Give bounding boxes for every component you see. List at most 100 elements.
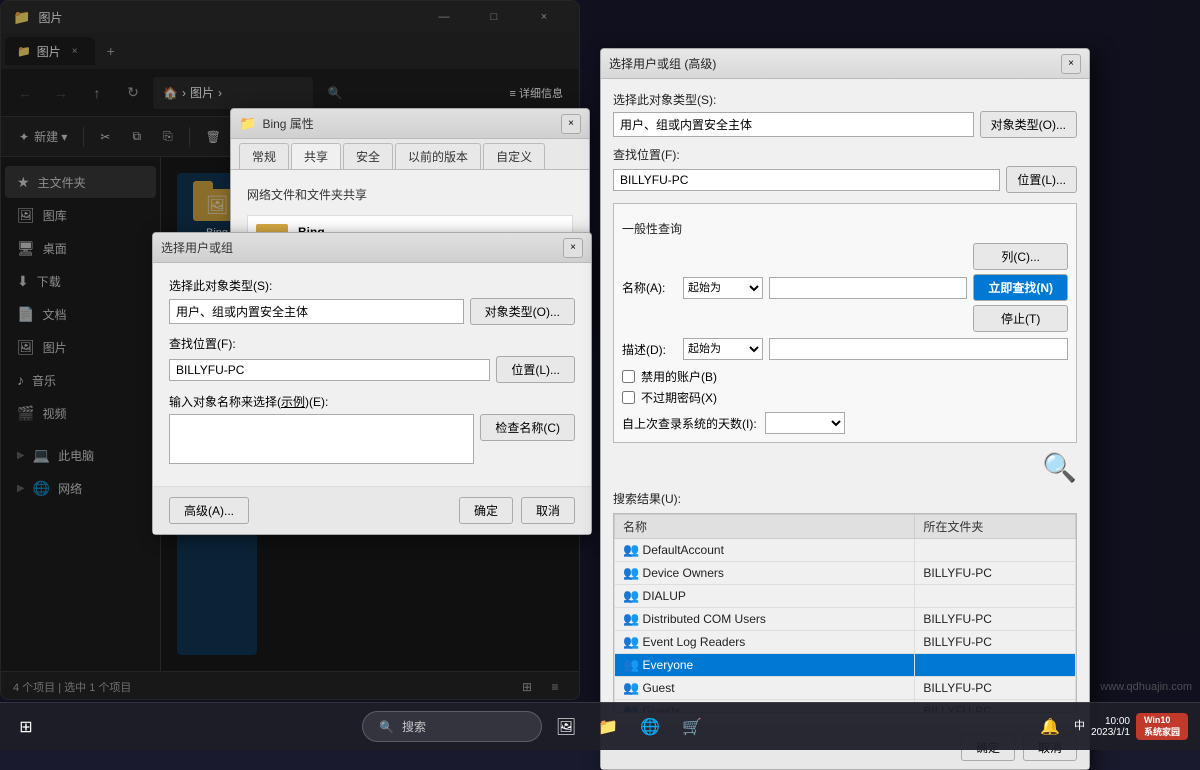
- adv-location-value: BILLYFU-PC: [613, 169, 1000, 191]
- find-now-btn[interactable]: 立即查找(N): [973, 274, 1068, 301]
- result-user-icon: 👥: [623, 542, 639, 558]
- adv-location-row: BILLYFU-PC 位置(L)...: [613, 166, 1077, 193]
- tab-general[interactable]: 常规: [239, 143, 289, 169]
- adv-title-text: 选择用户或组 (高级): [609, 55, 716, 72]
- bing-dialog-title-text: Bing 属性: [262, 115, 313, 132]
- simple-ok-btn[interactable]: 确定: [459, 497, 513, 524]
- search-results-area[interactable]: 名称 所在文件夹 👥 DefaultAccount 👥 Device Owner…: [613, 513, 1077, 713]
- tab-custom[interactable]: 自定义: [483, 143, 545, 169]
- result-user-icon: 👥: [623, 680, 639, 696]
- noexpire-checkbox[interactable]: [622, 391, 635, 404]
- search-results-table: 名称 所在文件夹 👥 DefaultAccount 👥 Device Owner…: [614, 514, 1076, 713]
- badge-text: Win10系统家园: [1144, 715, 1180, 738]
- noexpire-label: 不过期密码(X): [641, 389, 717, 406]
- result-user-icon: 👥: [623, 634, 639, 650]
- search-icon: 🔍: [379, 720, 394, 734]
- disabled-label: 禁用的账户(B): [641, 368, 717, 385]
- type-value: 用户、组或内置安全主体: [169, 299, 464, 324]
- taskbar-explorer-icon[interactable]: 📁: [590, 709, 626, 745]
- general-query-section: 一般性查询 名称(A): 起始为 列(C)... 立即查找(N) 停止(T) 描…: [613, 203, 1077, 443]
- days-label: 自上次查录系统的天数(I):: [622, 415, 757, 432]
- tab-share[interactable]: 共享: [291, 143, 341, 169]
- table-row[interactable]: 👥 DIALUP: [615, 585, 1076, 608]
- adv-type-label: 选择此对象类型(S):: [613, 91, 1077, 108]
- name-label: 名称(A):: [622, 279, 677, 296]
- clock: 10:00 2023/1/1: [1091, 716, 1130, 738]
- table-row[interactable]: 👥 Guest BILLYFU-PC: [615, 677, 1076, 700]
- type-label: 选择此对象类型(S):: [169, 277, 575, 294]
- date: 2023/1/1: [1091, 727, 1130, 738]
- bing-dialog-tabs: 常规 共享 安全 以前的版本 自定义: [231, 139, 589, 170]
- simple-select-close[interactable]: ×: [563, 238, 583, 258]
- enter-section: 输入对象名称来选择(示例)(E): 检查名称(C): [169, 393, 575, 464]
- noexpire-checkbox-row: 不过期密码(X): [622, 389, 1068, 406]
- tab-previous[interactable]: 以前的版本: [395, 143, 481, 169]
- taskbar-photo-icon[interactable]: 🖼: [548, 709, 584, 745]
- taskbar-browser-icon[interactable]: 🌐: [632, 709, 668, 745]
- taskbar: ⊞ 🔍 搜索 🖼 📁 🌐 🛒 🔔 中 10:00 2023/1/1 Win10系…: [0, 702, 1200, 750]
- notification-icon[interactable]: 🔔: [1032, 709, 1068, 745]
- adv-type-value: 用户、组或内置安全主体: [613, 112, 974, 137]
- table-row[interactable]: 👥 Everyone: [615, 654, 1076, 677]
- dialog-advanced-select: 选择用户或组 (高级) × 选择此对象类型(S): 用户、组或内置安全主体 对象…: [600, 48, 1090, 770]
- days-select[interactable]: [765, 412, 845, 434]
- taskbar-search[interactable]: 🔍 搜索: [362, 711, 542, 742]
- enter-row: 检查名称(C): [169, 414, 575, 464]
- simple-select-titlebar: 选择用户或组 ×: [153, 233, 591, 263]
- desc-label: 描述(D):: [622, 341, 677, 358]
- advanced-btn[interactable]: 高级(A)...: [169, 497, 249, 524]
- disabled-checkbox[interactable]: [622, 370, 635, 383]
- location-row: BILLYFU-PC 位置(L)...: [169, 356, 575, 383]
- adv-location-label: 查找位置(F):: [613, 146, 1077, 163]
- result-user-icon: 👥: [623, 657, 639, 673]
- location-value: BILLYFU-PC: [169, 359, 490, 381]
- table-row[interactable]: 👥 Distributed COM Users BILLYFU-PC: [615, 608, 1076, 631]
- result-user-icon: 👥: [623, 611, 639, 627]
- taskbar-store-icon[interactable]: 🛒: [674, 709, 710, 745]
- simple-select-content: 选择此对象类型(S): 用户、组或内置安全主体 对象类型(O)... 查找位置(…: [153, 263, 591, 486]
- stop-btn[interactable]: 停止(T): [973, 305, 1068, 332]
- desc-condition-select[interactable]: 起始为: [683, 338, 763, 360]
- adv-close-btn[interactable]: ×: [1061, 54, 1081, 74]
- start-button[interactable]: ⊞: [8, 709, 44, 745]
- adv-type-row: 用户、组或内置安全主体 对象类型(O)...: [613, 111, 1077, 138]
- check-name-btn[interactable]: 检查名称(C): [480, 414, 575, 441]
- share-section-title: 网络文件和文件夹共享: [247, 186, 573, 203]
- location-section: 查找位置(F): BILLYFU-PC 位置(L)...: [169, 335, 575, 383]
- table-row[interactable]: 👥 Device Owners BILLYFU-PC: [615, 562, 1076, 585]
- type-section: 选择此对象类型(S): 用户、组或内置安全主体 对象类型(O)...: [169, 277, 575, 325]
- disabled-checkbox-row: 禁用的账户(B): [622, 368, 1068, 385]
- bing-dialog-titlebar: 📁 Bing 属性 ×: [231, 109, 589, 139]
- tab-security[interactable]: 安全: [343, 143, 393, 169]
- results-label: 搜索结果(U):: [613, 490, 1077, 507]
- adv-action-buttons: 列(C)... 立即查找(N) 停止(T): [973, 243, 1068, 332]
- desc-input[interactable]: [769, 338, 1068, 360]
- general-query-header: 一般性查询: [622, 220, 1068, 237]
- enter-label: 输入对象名称来选择(示例)(E):: [169, 393, 575, 410]
- time: 10:00: [1091, 716, 1130, 727]
- name-input[interactable]: [769, 277, 967, 299]
- location-btn[interactable]: 位置(L)...: [496, 356, 575, 383]
- type-btn[interactable]: 对象类型(O)...: [470, 298, 575, 325]
- name-row: 名称(A): 起始为 列(C)... 立即查找(N) 停止(T): [622, 243, 1068, 332]
- table-row[interactable]: 👥 DefaultAccount: [615, 539, 1076, 562]
- list-btn[interactable]: 列(C)...: [973, 243, 1068, 270]
- enter-input[interactable]: [169, 414, 474, 464]
- desc-row: 描述(D): 起始为: [622, 338, 1068, 360]
- simple-cancel-btn[interactable]: 取消: [521, 497, 575, 524]
- adv-type-btn[interactable]: 对象类型(O)...: [980, 111, 1077, 138]
- location-label: 查找位置(F):: [169, 335, 575, 352]
- result-user-icon: 👥: [623, 565, 639, 581]
- ime-indicator[interactable]: 中: [1074, 719, 1085, 734]
- simple-select-footer: 高级(A)... 确定 取消: [153, 486, 591, 534]
- adv-location-btn[interactable]: 位置(L)...: [1006, 166, 1077, 193]
- name-condition-select[interactable]: 起始为: [683, 277, 763, 299]
- col-name-header: 名称: [615, 515, 915, 539]
- example-link[interactable]: 示例: [281, 395, 305, 409]
- bing-dialog-close[interactable]: ×: [561, 114, 581, 134]
- days-row: 自上次查录系统的天数(I):: [622, 412, 1068, 434]
- col-folder-header: 所在文件夹: [915, 515, 1076, 539]
- dialog-simple-select: 选择用户或组 × 选择此对象类型(S): 用户、组或内置安全主体 对象类型(O)…: [152, 232, 592, 535]
- table-row[interactable]: 👥 Event Log Readers BILLYFU-PC: [615, 631, 1076, 654]
- win10-badge[interactable]: Win10系统家园: [1136, 713, 1188, 740]
